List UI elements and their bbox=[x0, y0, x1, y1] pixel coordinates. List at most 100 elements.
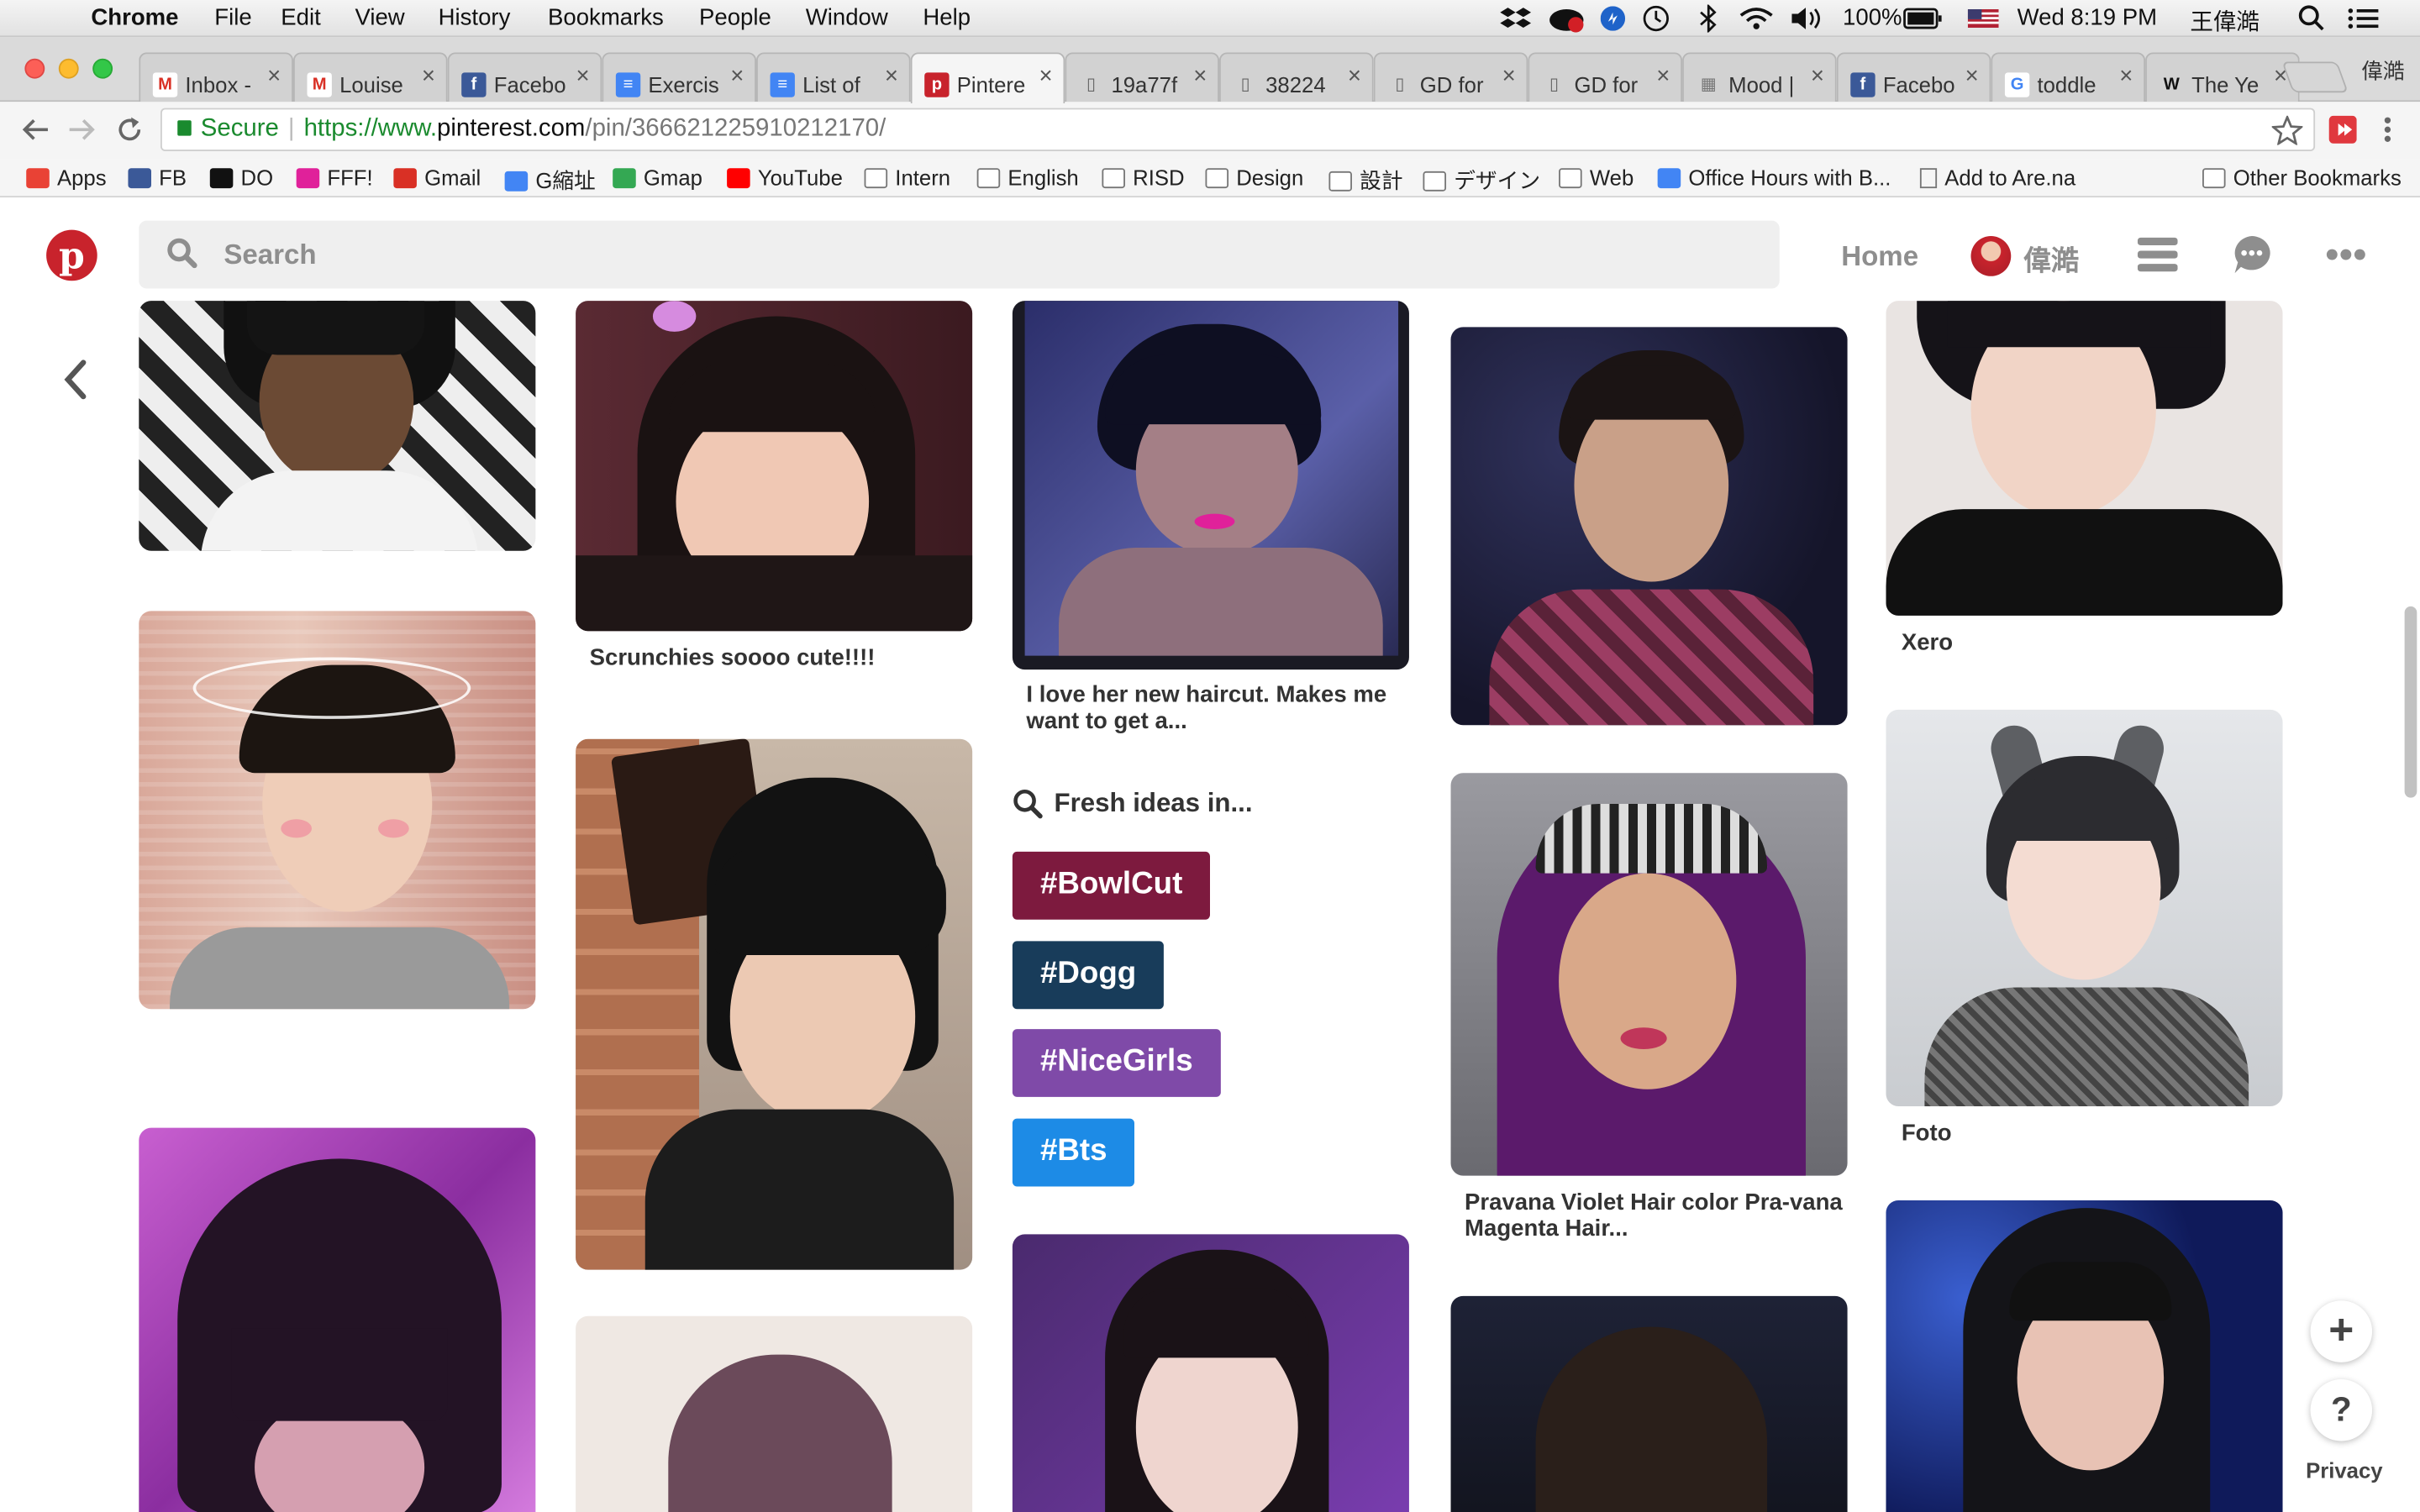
close-tab-icon[interactable]: × bbox=[1811, 63, 1824, 89]
bookmark-item[interactable]: FB bbox=[128, 165, 187, 190]
pin-image[interactable] bbox=[1012, 1234, 1409, 1512]
battery-icon[interactable] bbox=[1903, 8, 1944, 29]
reload-icon[interactable] bbox=[116, 116, 144, 144]
address-bar[interactable]: Secure | https://www.pinterest.com/pin/366… bbox=[160, 108, 2316, 151]
close-tab-icon[interactable]: × bbox=[1039, 63, 1053, 89]
menubar-user[interactable]: 王偉澔 bbox=[2190, 5, 2260, 38]
browser-tab[interactable]: M Inbox - × bbox=[139, 52, 293, 102]
tag-bts[interactable]: #Bts bbox=[1012, 1118, 1134, 1187]
menu-people[interactable]: People bbox=[699, 5, 771, 31]
bookmark-item[interactable]: YouTube bbox=[727, 165, 843, 190]
pin-image[interactable] bbox=[576, 301, 973, 632]
bookmark-item[interactable]: English bbox=[976, 165, 1079, 190]
bookmark-item[interactable]: デザイン bbox=[1423, 165, 1540, 197]
minimize-window-button[interactable] bbox=[58, 58, 79, 79]
back-icon[interactable] bbox=[22, 118, 50, 142]
close-tab-icon[interactable]: × bbox=[1348, 63, 1361, 89]
browser-tab[interactable]: ≡ Exercis × bbox=[602, 52, 756, 102]
menu-help[interactable]: Help bbox=[923, 5, 971, 31]
pin-caption[interactable]: Xero bbox=[1902, 629, 2280, 655]
avatar[interactable] bbox=[1970, 236, 2012, 276]
browser-tab[interactable]: M Louise × bbox=[292, 52, 448, 102]
bookmark-item[interactable]: Gmap bbox=[613, 165, 702, 190]
bookmark-item[interactable]: Gmail bbox=[393, 165, 481, 190]
forward-icon[interactable] bbox=[68, 118, 96, 142]
close-tab-icon[interactable]: × bbox=[885, 63, 898, 89]
notification-center-icon[interactable] bbox=[2348, 6, 2381, 30]
bookmark-item[interactable]: Intern bbox=[864, 165, 950, 190]
close-tab-icon[interactable]: × bbox=[1502, 63, 1516, 89]
menu-file[interactable]: File bbox=[214, 5, 251, 31]
browser-tab[interactable]: f Facebo × bbox=[1836, 52, 1991, 102]
scrollbar-thumb[interactable] bbox=[2404, 606, 2417, 798]
browser-tab[interactable]: Gtoddle × bbox=[1991, 52, 2146, 102]
menu-edit[interactable]: Edit bbox=[281, 5, 320, 31]
profile-link[interactable]: 偉澔 bbox=[2023, 239, 2079, 280]
tag-bowlcut[interactable]: #BowlCut bbox=[1012, 851, 1210, 920]
menu-view[interactable]: View bbox=[355, 5, 404, 31]
bookmark-item[interactable]: RISD bbox=[1102, 165, 1185, 190]
menu-bookmarks[interactable]: Bookmarks bbox=[548, 5, 664, 31]
close-tab-icon[interactable]: × bbox=[1656, 63, 1670, 89]
menubar-clock[interactable]: Wed 8:19 PM bbox=[2018, 5, 2157, 31]
back-arrow-icon[interactable] bbox=[59, 358, 92, 401]
pin-image[interactable] bbox=[139, 301, 536, 551]
bookmark-item[interactable]: Web bbox=[1559, 165, 1634, 190]
browser-tab[interactable]: ▦ Mood | × bbox=[1682, 52, 1837, 102]
browser-tab[interactable]: f Facebo × bbox=[447, 52, 602, 102]
bookmark-item[interactable]: 設計 bbox=[1328, 165, 1403, 197]
close-tab-icon[interactable]: × bbox=[576, 63, 590, 89]
close-tab-icon[interactable]: × bbox=[1193, 63, 1207, 89]
wifi-icon[interactable] bbox=[1739, 6, 1773, 30]
more-options-icon[interactable] bbox=[2326, 249, 2366, 261]
time-machine-icon[interactable] bbox=[1642, 5, 1670, 33]
home-link[interactable]: Home bbox=[1841, 241, 1918, 274]
browser-tab[interactable]: ▯ GD for × bbox=[1528, 52, 1683, 102]
close-tab-icon[interactable]: × bbox=[2119, 63, 2133, 89]
bluetooth-icon[interactable] bbox=[1699, 4, 1718, 33]
pin-caption[interactable]: Scrunchies soooo cute!!!! bbox=[590, 645, 968, 671]
other-bookmarks[interactable]: Other Bookmarks bbox=[2202, 165, 2402, 190]
bookmark-item[interactable]: Design bbox=[1205, 165, 1303, 190]
bookmark-item[interactable]: Office Hours with B... bbox=[1657, 165, 1891, 190]
maximize-window-button[interactable] bbox=[92, 58, 113, 79]
messages-icon[interactable] bbox=[2232, 234, 2272, 275]
pin-caption[interactable]: Foto bbox=[1902, 1120, 2280, 1146]
close-tab-icon[interactable]: × bbox=[730, 63, 744, 89]
bookmark-item[interactable]: DO bbox=[209, 165, 273, 190]
tag-dogg[interactable]: #Dogg bbox=[1012, 941, 1164, 1010]
bookmark-item[interactable]: FFF! bbox=[296, 165, 373, 190]
browser-tab[interactable]: p Pintere × bbox=[910, 52, 1065, 104]
pin-image[interactable] bbox=[576, 738, 973, 1270]
bookmark-star-icon[interactable] bbox=[2271, 115, 2303, 145]
sync-icon[interactable] bbox=[1600, 6, 1626, 31]
close-window-button[interactable] bbox=[24, 58, 45, 79]
bookmark-item[interactable]: Add to Are.na bbox=[1919, 165, 2075, 190]
pin-image[interactable] bbox=[1450, 1295, 1848, 1512]
search-input[interactable] bbox=[224, 220, 1752, 289]
extension-icon[interactable] bbox=[2328, 115, 2357, 144]
pin-image[interactable] bbox=[1012, 301, 1409, 670]
bookmark-item[interactable]: Apps bbox=[26, 165, 107, 190]
browser-tab[interactable]: ▯ GD for × bbox=[1373, 52, 1528, 102]
profile-name[interactable]: 偉澔 bbox=[2361, 55, 2404, 87]
menu-app-name[interactable]: Chrome bbox=[91, 5, 178, 31]
browser-tab[interactable]: W The Ye × bbox=[2145, 52, 2300, 102]
pin-image[interactable] bbox=[1450, 773, 1848, 1176]
pin-image[interactable] bbox=[139, 611, 536, 1010]
pinterest-logo-icon[interactable]: p bbox=[46, 229, 97, 281]
menu-lines-icon[interactable] bbox=[2137, 236, 2178, 273]
close-tab-icon[interactable]: × bbox=[267, 63, 281, 89]
privacy-link[interactable]: Privacy bbox=[2306, 1458, 2383, 1483]
creative-cloud-icon[interactable] bbox=[1548, 5, 1585, 33]
new-tab-button[interactable] bbox=[2281, 61, 2349, 93]
spotlight-icon[interactable] bbox=[2298, 5, 2326, 33]
search-bar[interactable] bbox=[139, 220, 1780, 289]
dropbox-icon[interactable] bbox=[1500, 6, 1532, 30]
pin-image[interactable] bbox=[139, 1127, 536, 1512]
us-flag-icon[interactable] bbox=[1967, 9, 1999, 29]
pin-image[interactable] bbox=[576, 1315, 973, 1512]
chrome-menu-icon[interactable] bbox=[2383, 116, 2392, 144]
close-tab-icon[interactable]: × bbox=[1965, 63, 1979, 89]
pin-caption[interactable]: Pravana Violet Hair color Pra-vana Magen… bbox=[1465, 1189, 1843, 1242]
